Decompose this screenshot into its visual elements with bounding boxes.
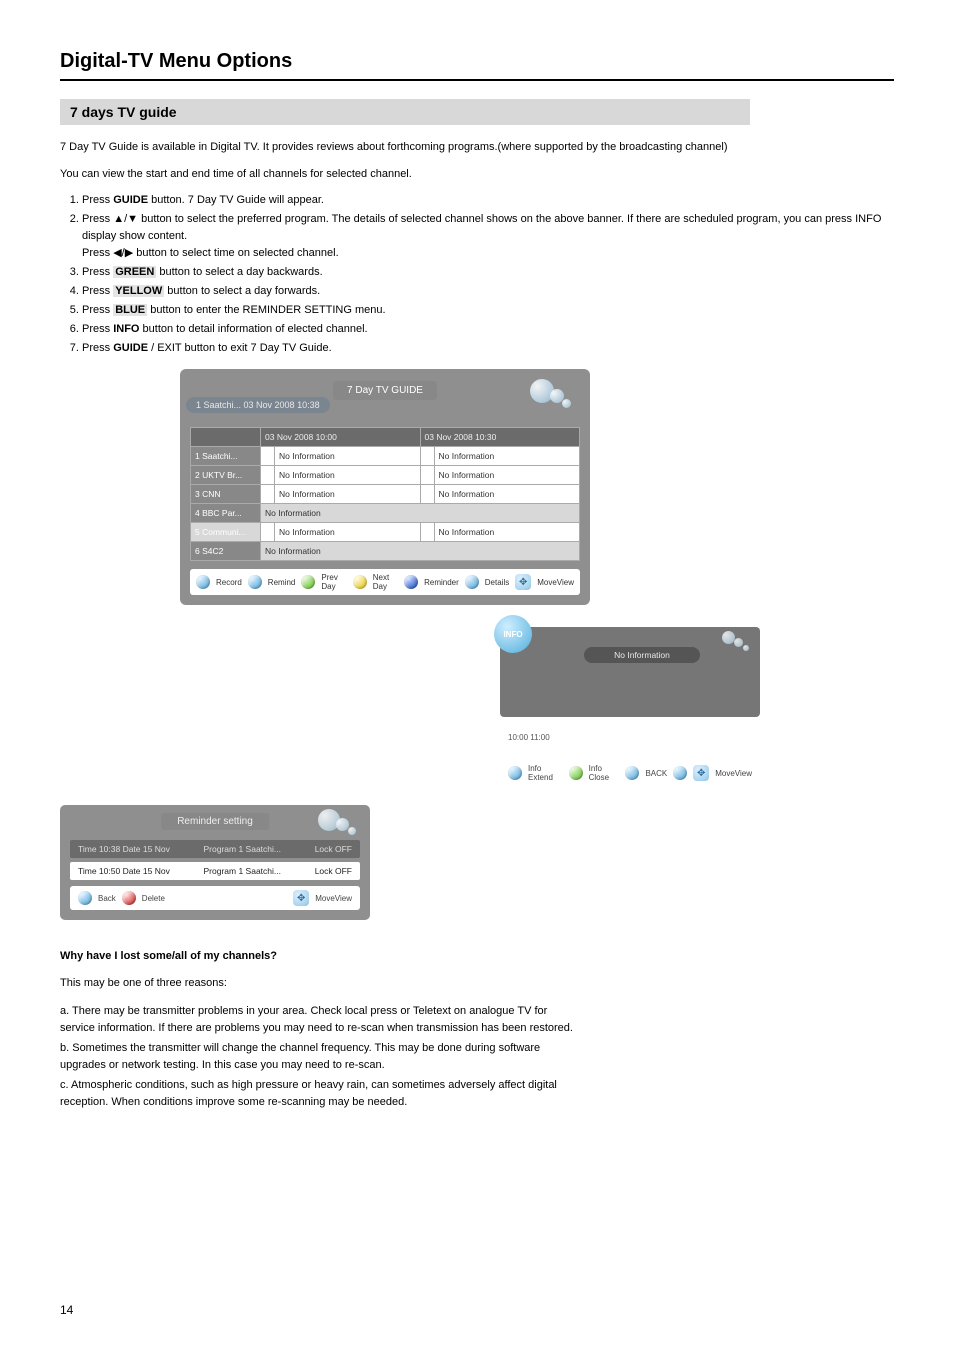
faq-item: b. Sometimes the transmitter will change…	[60, 1040, 580, 1074]
intro-text: 7 Day TV Guide is available in Digital T…	[60, 139, 894, 156]
section-heading: 7 days TV guide	[60, 99, 750, 125]
dot-icon	[625, 766, 639, 780]
dot-icon	[78, 891, 92, 905]
header-rule	[60, 79, 894, 81]
red-dot-icon	[122, 891, 136, 905]
step-2: Press ▲/▼ button to select the preferred…	[82, 211, 894, 262]
reminder-row: Time 10:38 Date 15 Nov Program 1 Saatchi…	[70, 840, 360, 858]
table-row: 4 BBC Par...No Information	[191, 504, 580, 523]
table-row: 2 UKTV Br...No InformationNo Information	[191, 466, 580, 485]
yellow-dot-icon	[353, 575, 367, 589]
table-row: 5 Communi...No InformationNo Information	[191, 523, 580, 542]
bubbles-icon	[318, 809, 364, 839]
reminder-title: Reminder setting	[161, 813, 269, 830]
green-dot-icon	[569, 766, 583, 780]
info-dot-icon	[465, 575, 479, 589]
step-5: Press BLUE button to enter the REMINDER …	[82, 302, 894, 319]
left-right-arrows-icon: ◀/▶	[113, 247, 133, 259]
step-7: Press GUIDE / EXIT button to exit 7 Day …	[82, 340, 894, 357]
epg-footer: Record Remind Prev Day Next Day Reminder…	[190, 569, 580, 595]
reminder-row-selected: Time 10:50 Date 15 Nov Program 1 Saatchi…	[70, 862, 360, 880]
info-footer: Info Extend Info Close BACK ✥MoveView	[500, 758, 760, 788]
dot-icon	[673, 766, 687, 780]
epg-grid: 03 Nov 2008 10:00 03 Nov 2008 10:30 1 Sa…	[190, 427, 580, 561]
table-row: 3 CNNNo InformationNo Information	[191, 485, 580, 504]
step-3: Press GREEN button to select a day backw…	[82, 264, 894, 281]
reminder-footer: Back Delete ✥MoveView	[70, 886, 360, 910]
info-popup: INFO No Information 10:00 11:00 Info Ext…	[500, 627, 760, 788]
faq-question: Why have I lost some/all of my channels?	[60, 948, 580, 965]
info-pill: No Information	[584, 647, 700, 663]
info-timebar: 10:00 11:00	[500, 731, 760, 744]
step-1: Press GUIDE button. 7 Day TV Guide will …	[82, 192, 894, 209]
page-title: Digital-TV Menu Options	[60, 50, 894, 73]
epg-date-pill: 1 Saatchi... 03 Nov 2008 10:38	[186, 397, 330, 413]
table-row: 6 S4C2No Information	[191, 542, 580, 561]
nav-arrows-icon: ✥	[693, 765, 709, 781]
instruction-list: Press GUIDE button. 7 Day TV Guide will …	[60, 192, 894, 357]
faq-intro: This may be one of three reasons:	[60, 975, 580, 992]
faq-block: Why have I lost some/all of my channels?…	[60, 948, 580, 1110]
dot-icon	[196, 575, 210, 589]
epg-title: 7 Day TV GUIDE	[333, 381, 437, 400]
date-time-text: You can view the start and end time of a…	[60, 166, 894, 183]
page-number: 14	[60, 1303, 73, 1317]
blue-dot-icon	[404, 575, 418, 589]
green-dot-icon	[301, 575, 315, 589]
nav-arrows-icon: ✥	[293, 890, 309, 906]
dot-icon	[508, 766, 522, 780]
nav-arrows-icon: ✥	[515, 574, 531, 590]
bubbles-icon	[530, 379, 576, 411]
table-row: 1 Saatchi...No InformationNo Information	[191, 447, 580, 466]
faq-item: c. Atmospheric conditions, such as high …	[60, 1077, 580, 1111]
dot-icon	[248, 575, 262, 589]
reminder-dialog-screenshot: Reminder setting Time 10:38 Date 15 Nov …	[60, 805, 370, 920]
up-down-arrows-icon: ▲/▼	[113, 213, 138, 225]
step-4: Press YELLOW button to select a day forw…	[82, 283, 894, 300]
faq-item: a. There may be transmitter problems in …	[60, 1003, 580, 1037]
epg-guide-screenshot: 7 Day TV GUIDE 1 Saatchi... 03 Nov 2008 …	[180, 369, 590, 605]
step-6: Press INFO button to detail information …	[82, 321, 894, 338]
bubbles-icon	[714, 631, 754, 657]
